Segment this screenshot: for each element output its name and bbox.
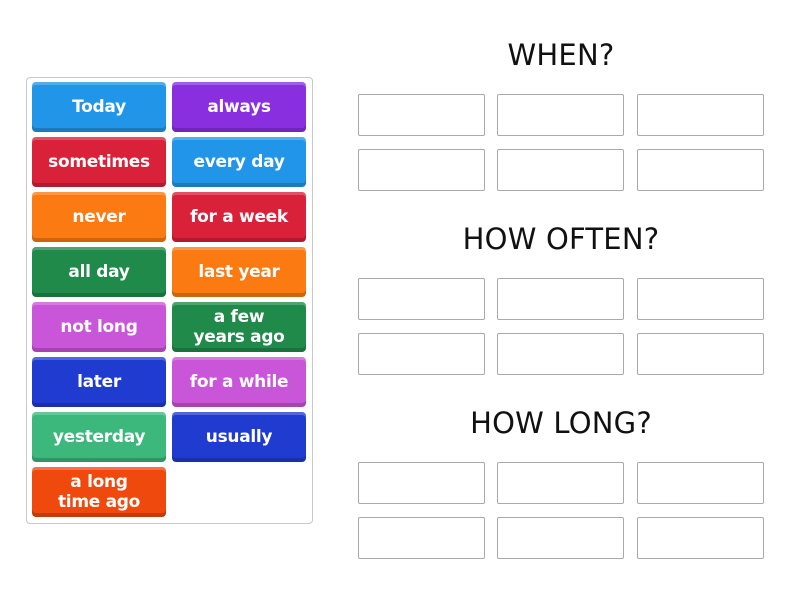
word-tile[interactable]: never bbox=[32, 192, 166, 242]
drop-slot[interactable] bbox=[497, 462, 624, 504]
word-tile[interactable]: a long time ago bbox=[32, 467, 166, 517]
word-tile[interactable]: for a week bbox=[172, 192, 306, 242]
drop-slot[interactable] bbox=[358, 517, 485, 559]
word-tile-label: always bbox=[207, 96, 271, 117]
drop-slot[interactable] bbox=[358, 149, 485, 191]
group-heading: HOW LONG? bbox=[470, 406, 652, 440]
drop-slot[interactable] bbox=[358, 333, 485, 375]
word-tile-label: a few years ago bbox=[193, 307, 285, 347]
drop-slot[interactable] bbox=[358, 94, 485, 136]
word-tile-label: every day bbox=[193, 151, 285, 172]
word-tile-label: a long time ago bbox=[57, 472, 141, 512]
word-tile[interactable]: Today bbox=[32, 82, 166, 132]
word-tile[interactable]: last year bbox=[172, 247, 306, 297]
drop-slot[interactable] bbox=[637, 462, 764, 504]
word-tile-label: not long bbox=[60, 316, 138, 337]
drop-slot[interactable] bbox=[637, 94, 764, 136]
drop-slot[interactable] bbox=[497, 149, 624, 191]
word-tile[interactable]: all day bbox=[32, 247, 166, 297]
word-tile-label: Today bbox=[72, 96, 126, 117]
word-tile-label: all day bbox=[68, 261, 130, 282]
drop-slot[interactable] bbox=[497, 94, 624, 136]
group-heading: WHEN? bbox=[507, 38, 615, 72]
word-tile[interactable]: usually bbox=[172, 412, 306, 462]
drop-slot[interactable] bbox=[358, 278, 485, 320]
word-tile[interactable]: for a while bbox=[172, 357, 306, 407]
group-heading: HOW OFTEN? bbox=[462, 222, 660, 256]
word-tile-label: last year bbox=[198, 261, 280, 282]
word-tile[interactable]: later bbox=[32, 357, 166, 407]
word-tile[interactable]: always bbox=[172, 82, 306, 132]
drop-slot[interactable] bbox=[637, 333, 764, 375]
drop-slot[interactable] bbox=[358, 462, 485, 504]
drop-slot[interactable] bbox=[637, 278, 764, 320]
word-tile-label: usually bbox=[205, 426, 273, 447]
word-tile-label: never bbox=[72, 206, 126, 227]
word-tile-label: for a week bbox=[190, 206, 288, 227]
word-bank: Today always sometimes every day never for a … bbox=[26, 77, 313, 524]
drop-slot[interactable] bbox=[497, 278, 624, 320]
word-tile[interactable]: not long bbox=[32, 302, 166, 352]
word-tile-label: yesterday bbox=[52, 426, 146, 447]
drop-slot[interactable] bbox=[497, 333, 624, 375]
drop-slot[interactable] bbox=[637, 517, 764, 559]
word-tile[interactable]: a few years ago bbox=[172, 302, 306, 352]
drop-slot[interactable] bbox=[497, 517, 624, 559]
word-tile[interactable]: yesterday bbox=[32, 412, 166, 462]
word-tile[interactable]: every day bbox=[172, 137, 306, 187]
word-tile[interactable]: sometimes bbox=[32, 137, 166, 187]
word-tile-label: for a while bbox=[189, 371, 289, 392]
word-tile-label: sometimes bbox=[48, 151, 150, 172]
word-tile-label: later bbox=[77, 371, 121, 392]
drop-slot[interactable] bbox=[637, 149, 764, 191]
